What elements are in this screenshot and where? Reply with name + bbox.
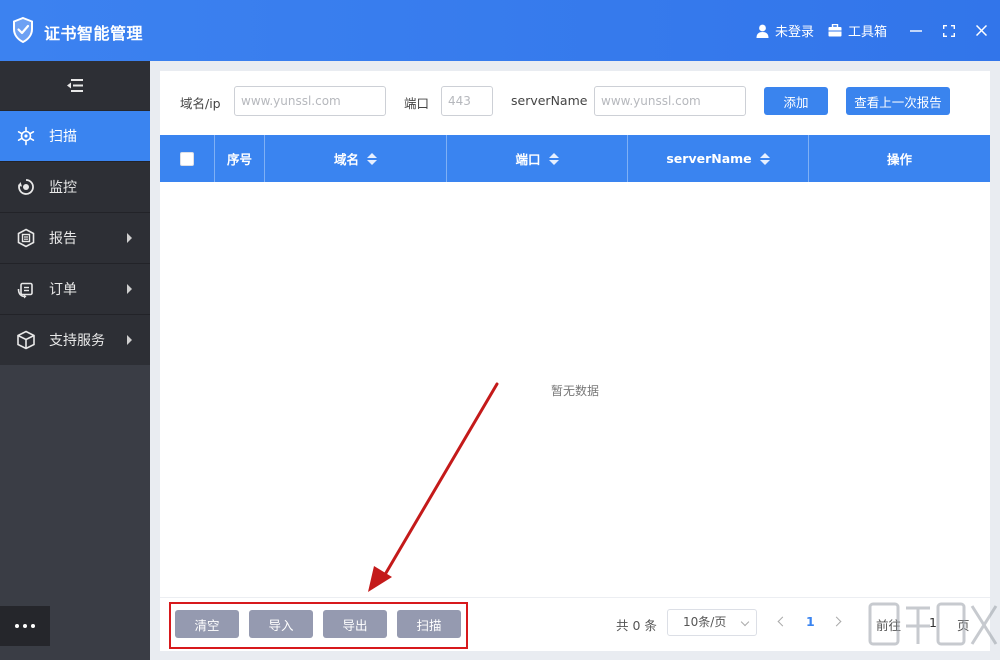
next-page-button[interactable] (832, 613, 844, 631)
column-header-port[interactable]: 端口 (447, 135, 628, 182)
scan-button[interactable]: 扫描 (397, 610, 461, 638)
prev-page-button[interactable] (776, 613, 788, 631)
chevron-right-icon (127, 335, 132, 345)
sidebar-item-support[interactable]: 支持服务 (0, 315, 150, 366)
close-icon (976, 25, 987, 36)
title-bar: 证书智能管理 未登录 工具箱 (0, 0, 1000, 61)
sidebar-item-label: 监控 (49, 177, 77, 197)
report-icon (16, 228, 36, 248)
more-dot (23, 624, 27, 628)
page-size-value: 10条/页 (683, 615, 726, 629)
port-label: 端口 (404, 93, 429, 112)
select-all-checkbox[interactable] (180, 152, 194, 166)
login-status-label: 未登录 (775, 21, 814, 40)
chevron-right-icon (127, 233, 132, 243)
sidebar: 扫描 监控 报告 (0, 61, 150, 660)
column-header-label: serverName (666, 151, 751, 166)
toolbox-button[interactable]: 工具箱 (828, 21, 887, 40)
servername-input[interactable] (594, 86, 746, 116)
table-footer: 清空 导入 导出 扫描 共 0 条 10条/页 1 前往 页 (160, 597, 990, 651)
app-title: 证书智能管理 (44, 20, 143, 44)
monitor-icon (16, 177, 36, 197)
login-status-button[interactable]: 未登录 (756, 21, 814, 40)
chevron-right-icon (127, 284, 132, 294)
sort-icon[interactable] (549, 153, 559, 165)
support-icon (16, 330, 36, 350)
column-header-label: 序号 (227, 149, 252, 168)
sort-icon[interactable] (367, 153, 377, 165)
add-target-form: 域名/ip 端口 serverName 添加 查看上一次报告 (160, 71, 990, 135)
import-button[interactable]: 导入 (249, 610, 313, 638)
sidebar-item-label: 报告 (49, 228, 77, 248)
more-button[interactable] (0, 606, 50, 646)
minimize-icon (910, 25, 922, 37)
chevron-down-icon (741, 618, 749, 626)
goto-suffix: 页 (957, 615, 970, 634)
domain-label: 域名/ip (180, 93, 221, 112)
clear-button[interactable]: 清空 (175, 610, 239, 638)
maximize-button[interactable] (932, 0, 965, 61)
user-icon (756, 24, 769, 38)
sidebar-item-scan[interactable]: 扫描 (0, 111, 150, 162)
page-size-select[interactable]: 10条/页 (667, 609, 757, 636)
domain-input[interactable] (234, 86, 386, 116)
total-count: 共 0 条 (616, 615, 657, 634)
column-header-actions: 操作 (809, 135, 990, 182)
shield-check-icon (12, 17, 34, 43)
column-header-label: 操作 (887, 149, 912, 168)
sidebar-item-label: 订单 (49, 279, 77, 299)
servername-label: serverName (511, 93, 587, 108)
column-header-domain[interactable]: 域名 (265, 135, 447, 182)
view-last-report-button[interactable]: 查看上一次报告 (846, 87, 950, 115)
goto-page-input[interactable] (915, 609, 951, 636)
page-number-current[interactable]: 1 (806, 614, 815, 629)
sort-icon[interactable] (760, 153, 770, 165)
scan-icon (16, 126, 36, 146)
sidebar-item-report[interactable]: 报告 (0, 213, 150, 264)
close-button[interactable] (965, 0, 998, 61)
more-dot (31, 624, 35, 628)
column-header-label: 域名 (334, 149, 359, 168)
goto-label: 前往 (876, 615, 901, 634)
column-header-servername[interactable]: serverName (628, 135, 809, 182)
column-header-index: 序号 (215, 135, 265, 182)
export-button[interactable]: 导出 (323, 610, 387, 638)
order-icon (16, 279, 36, 299)
add-button[interactable]: 添加 (764, 87, 828, 115)
minimize-button[interactable] (899, 0, 932, 61)
more-dot (15, 624, 19, 628)
maximize-icon (943, 25, 955, 37)
main-panel: 域名/ip 端口 serverName 添加 查看上一次报告 序号 域名 端口 … (160, 71, 990, 651)
sidebar-item-label: 扫描 (49, 126, 77, 146)
table-header: 序号 域名 端口 serverName 操作 (160, 135, 990, 182)
empty-table-message: 暂无数据 (160, 382, 990, 399)
toolbox-label: 工具箱 (848, 21, 887, 40)
sidebar-empty-area (0, 365, 150, 660)
select-all-cell (160, 135, 215, 182)
column-header-label: 端口 (515, 149, 540, 168)
sidebar-collapse-button[interactable] (0, 61, 150, 111)
port-input[interactable] (441, 86, 493, 116)
toolbox-icon (828, 24, 842, 37)
sidebar-item-order[interactable]: 订单 (0, 264, 150, 315)
sidebar-item-label: 支持服务 (49, 330, 105, 350)
menu-collapse-icon (67, 79, 83, 92)
sidebar-item-monitor[interactable]: 监控 (0, 162, 150, 213)
